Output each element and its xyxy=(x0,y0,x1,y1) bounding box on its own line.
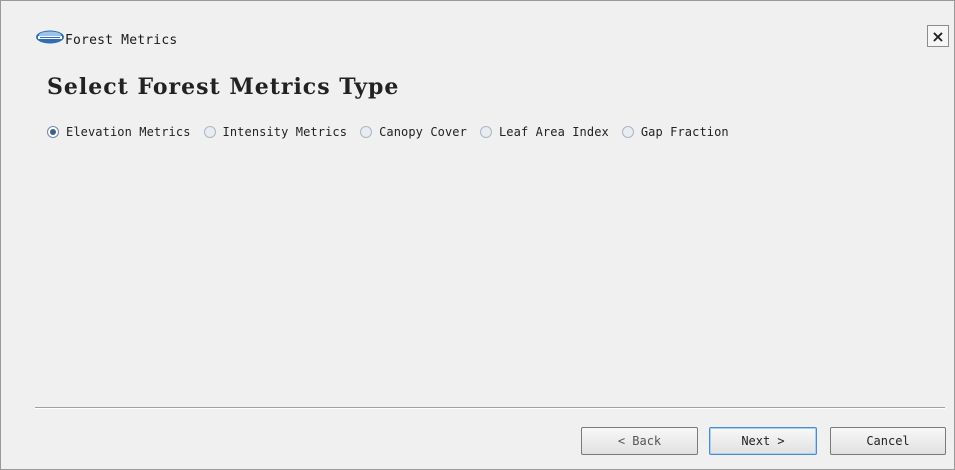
radio-label: Intensity Metrics xyxy=(222,125,348,139)
radio-button[interactable] xyxy=(203,126,216,138)
next-button[interactable]: Next > xyxy=(709,427,817,455)
radio-button[interactable] xyxy=(47,126,59,138)
radio-label: Leaf Area Index xyxy=(498,125,609,139)
metrics-type-radio-group: Elevation Metrics Intensity Metrics Cano… xyxy=(47,125,742,139)
radio-button[interactable] xyxy=(360,126,373,138)
page-heading: Select Forest Metrics Type xyxy=(47,74,400,100)
close-button[interactable]: × xyxy=(927,25,949,47)
radio-label: Elevation Metrics xyxy=(66,125,191,139)
radio-option-canopy-cover[interactable]: Canopy Cover xyxy=(360,125,467,139)
forest-metrics-dialog: Forest Metrics × Select Forest Metrics T… xyxy=(0,0,955,470)
back-button[interactable]: < Back xyxy=(581,427,698,455)
app-logo-icon xyxy=(35,29,65,44)
radio-label: Canopy Cover xyxy=(379,125,467,139)
title-bar: Forest Metrics × xyxy=(1,1,954,48)
radio-option-gap-fraction[interactable]: Gap Fraction xyxy=(621,125,729,139)
cancel-button[interactable]: Cancel xyxy=(830,427,946,455)
radio-label: Gap Fraction xyxy=(640,125,729,139)
radio-button[interactable] xyxy=(621,126,634,138)
close-icon: × xyxy=(931,27,945,46)
radio-button[interactable] xyxy=(479,126,492,138)
footer-divider xyxy=(35,407,945,409)
radio-option-leaf-area-index[interactable]: Leaf Area Index xyxy=(479,125,609,139)
radio-option-intensity-metrics[interactable]: Intensity Metrics xyxy=(203,125,348,139)
window-title: Forest Metrics xyxy=(65,33,178,48)
radio-option-elevation-metrics[interactable]: Elevation Metrics xyxy=(47,125,191,139)
